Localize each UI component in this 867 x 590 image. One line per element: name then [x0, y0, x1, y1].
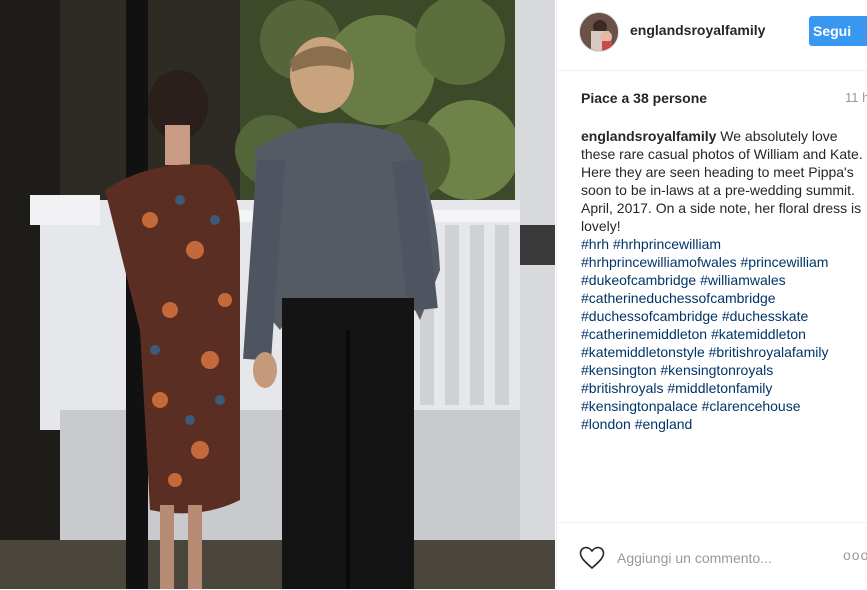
avatar[interactable]	[579, 12, 619, 52]
heart-icon[interactable]	[579, 546, 605, 570]
hashtag-text[interactable]: #duchessofcambridge #duchesskate	[581, 308, 808, 324]
post-photo[interactable]	[0, 0, 555, 589]
follow-button[interactable]: Segui	[809, 16, 867, 46]
hashtag-line[interactable]: #hrhprincewilliamofwales #princewilliam	[581, 253, 867, 271]
post-side-panel: englandsroyalfamily Segui Piace a 38 per…	[556, 0, 867, 589]
hashtag-line[interactable]: #catherinemiddleton #katemiddleton	[581, 325, 867, 343]
post-caption: englandsroyalfamily We absolutely love t…	[581, 127, 867, 433]
hashtag-line[interactable]: #duchessofcambridge #duchesskate	[581, 307, 867, 325]
post-footer: ooo	[557, 522, 867, 590]
likes-count[interactable]: Piace a 38 persone	[581, 90, 707, 106]
hashtag-text[interactable]: #kensington #kensingtonroyals	[581, 362, 773, 378]
hashtag-line[interactable]: #london #england	[581, 415, 867, 433]
caption-username[interactable]: englandsroyalfamily	[581, 128, 716, 144]
hashtag-line[interactable]: #kensingtonpalace #clarencehouse	[581, 397, 867, 415]
hashtag-line[interactable]: #dukeofcambridge #williamwales	[581, 271, 867, 289]
username-link[interactable]: englandsroyalfamily	[630, 22, 765, 38]
hashtag-text[interactable]: #hrh #hrhprincewilliam	[581, 236, 721, 252]
avatar-image	[580, 13, 618, 51]
post-timestamp[interactable]: 11 h	[845, 90, 867, 105]
hashtag-line[interactable]: #kensington #kensingtonroyals	[581, 361, 867, 379]
hashtag-line[interactable]: #hrh #hrhprincewilliam	[581, 235, 867, 253]
hashtag-text[interactable]: #katemiddletonstyle #britishroyalafamily	[581, 344, 828, 360]
hashtag-line[interactable]: #catherineduchessofcambridge	[581, 289, 867, 307]
hashtag-text[interactable]: #hrhprincewilliamofwales #princewilliam	[581, 254, 828, 270]
hashtag-text[interactable]: #catherineduchessofcambridge	[581, 290, 776, 306]
hashtag-text[interactable]: #catherinemiddleton #katemiddleton	[581, 326, 806, 342]
hashtag-text[interactable]: #britishroyals #middletonfamily	[581, 380, 772, 396]
hashtag-list: #hrh #hrhprincewilliam #hrhprincewilliam…	[581, 235, 867, 433]
hashtag-text[interactable]: #kensingtonpalace #clarencehouse	[581, 398, 801, 414]
hashtag-text[interactable]: #london #england	[581, 416, 692, 432]
comment-input[interactable]	[615, 545, 819, 571]
post-header: englandsroyalfamily Segui	[557, 0, 867, 71]
hashtag-line[interactable]: #katemiddletonstyle #britishroyalafamily	[581, 343, 867, 361]
hashtag-line[interactable]: #britishroyals #middletonfamily	[581, 379, 867, 397]
more-options-icon[interactable]: ooo	[843, 547, 867, 563]
hashtag-text[interactable]: #dukeofcambridge #williamwales	[581, 272, 786, 288]
photo-illustration	[0, 0, 555, 589]
